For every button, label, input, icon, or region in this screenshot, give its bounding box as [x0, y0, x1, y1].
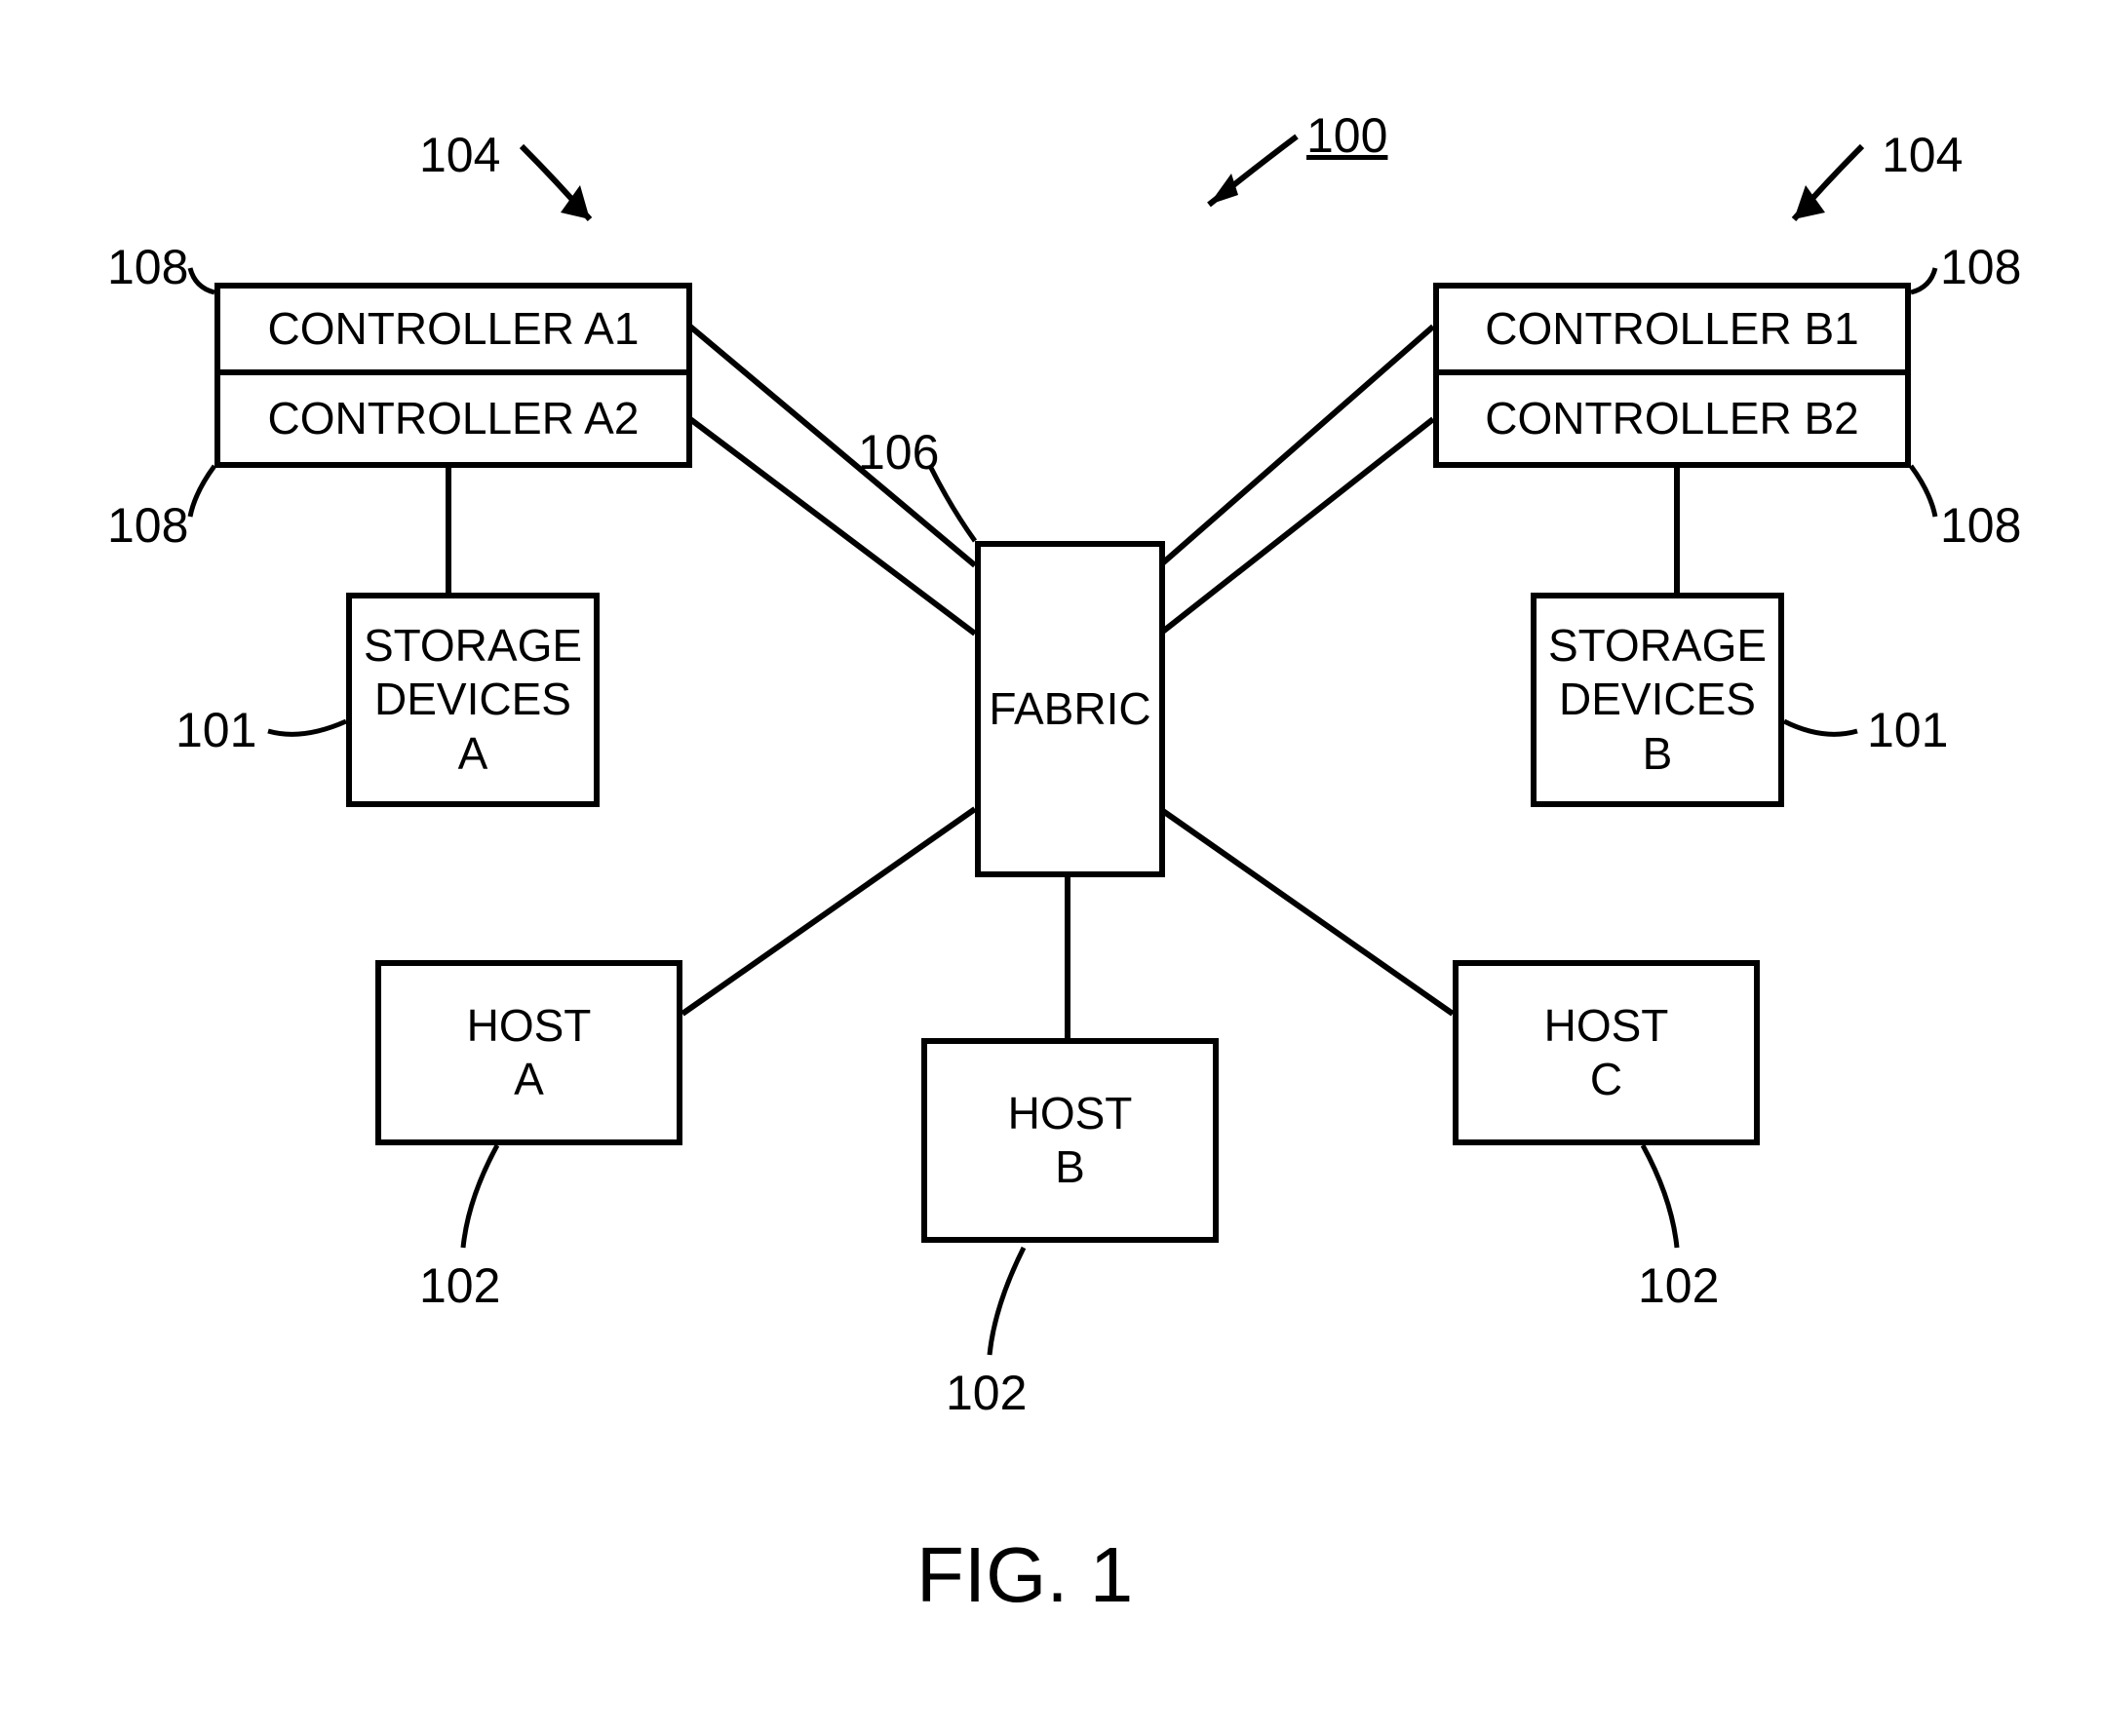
ref-106: 106: [858, 424, 939, 481]
diagram-canvas: CONTROLLER A1 CONTROLLER A2 CONTROLLER B…: [0, 0, 2101, 1736]
fabric-label: FABRIC: [989, 682, 1150, 736]
ref-108-bl: 108: [107, 497, 188, 554]
host-b-label: HOST B: [1008, 1087, 1133, 1194]
ref-108-br: 108: [1940, 497, 2021, 554]
ref-104-left: 104: [419, 127, 500, 183]
figure-caption: FIG. 1: [916, 1530, 1133, 1620]
controller-a2-label: CONTROLLER A2: [268, 392, 640, 445]
controller-b2-label: CONTROLLER B2: [1485, 392, 1858, 445]
controller-a1-label: CONTROLLER A1: [268, 302, 640, 356]
ref-108-tl: 108: [107, 239, 188, 295]
controller-a1-box: CONTROLLER A1: [214, 283, 692, 375]
ref-102-mid: 102: [946, 1365, 1027, 1421]
controller-a2-box: CONTROLLER A2: [214, 375, 692, 468]
ref-102-left: 102: [419, 1257, 500, 1314]
controller-b1-box: CONTROLLER B1: [1433, 283, 1911, 375]
ref-108-tr: 108: [1940, 239, 2021, 295]
host-c-box: HOST C: [1453, 960, 1760, 1145]
storage-a-label: STORAGE DEVICES A: [364, 619, 582, 781]
ref-101-left: 101: [175, 702, 256, 758]
storage-b-box: STORAGE DEVICES B: [1531, 593, 1784, 807]
host-c-label: HOST C: [1544, 999, 1669, 1106]
ref-101-right: 101: [1867, 702, 1948, 758]
ref-100: 100: [1306, 107, 1387, 164]
controller-b2-box: CONTROLLER B2: [1433, 375, 1911, 468]
ref-102-right: 102: [1638, 1257, 1719, 1314]
host-a-label: HOST A: [467, 999, 592, 1106]
ref-104-right: 104: [1882, 127, 1963, 183]
fabric-box: FABRIC: [975, 541, 1165, 877]
storage-b-label: STORAGE DEVICES B: [1548, 619, 1767, 781]
host-b-box: HOST B: [921, 1038, 1219, 1243]
host-a-box: HOST A: [375, 960, 682, 1145]
controller-b1-label: CONTROLLER B1: [1485, 302, 1858, 356]
storage-a-box: STORAGE DEVICES A: [346, 593, 600, 807]
